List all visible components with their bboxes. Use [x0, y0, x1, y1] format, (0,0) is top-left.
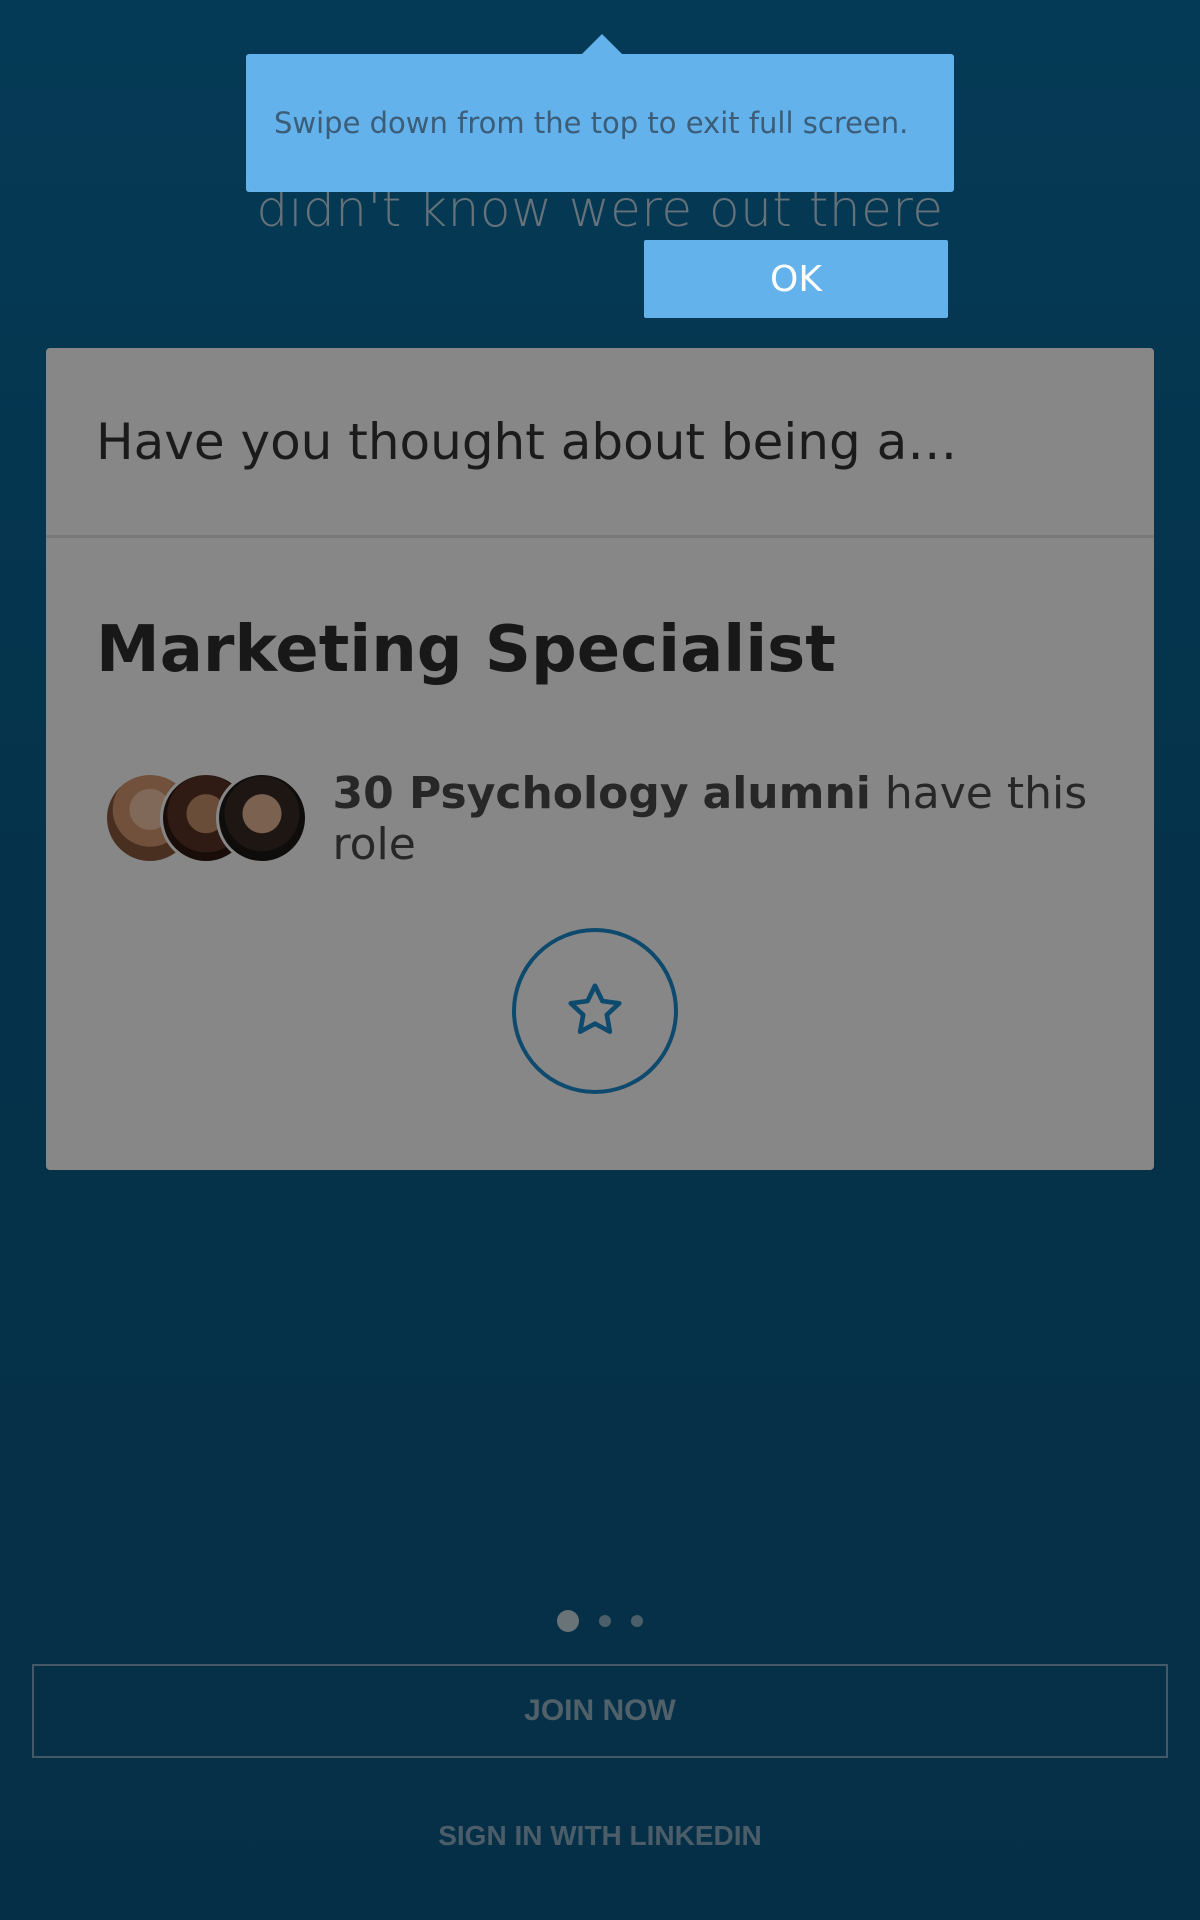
- ok-button[interactable]: OK: [644, 240, 948, 318]
- tooltip-message: Swipe down from the top to exit full scr…: [274, 106, 909, 140]
- fullscreen-tooltip: Swipe down from the top to exit full scr…: [246, 54, 954, 192]
- tooltip-arrow: [580, 34, 624, 56]
- dim-overlay: [0, 0, 1200, 1920]
